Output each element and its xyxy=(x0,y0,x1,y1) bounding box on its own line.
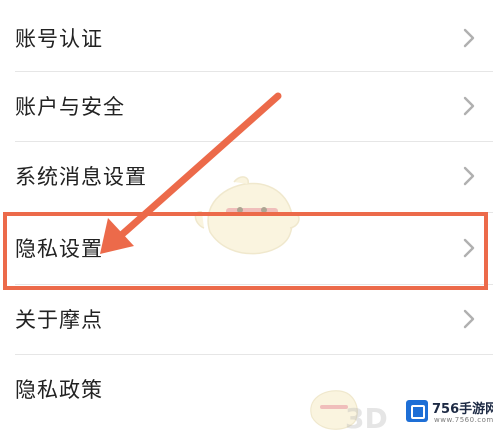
chevron-right-icon xyxy=(463,309,475,329)
chevron-right-icon xyxy=(463,238,475,258)
menu-item-system-message-settings[interactable]: 系统消息设置 xyxy=(0,141,493,211)
site-logo-icon xyxy=(406,400,428,422)
watermark-3d-text: 3D xyxy=(345,402,388,435)
menu-item-account-security[interactable]: 账户与安全 xyxy=(0,71,493,141)
menu-item-label: 关于摩点 xyxy=(15,308,103,332)
menu-item-about-modian[interactable]: 关于摩点 xyxy=(0,284,493,354)
menu-item-account-verification[interactable]: 账号认证 xyxy=(0,3,493,73)
menu-item-label: 隐私设置 xyxy=(15,237,103,261)
chevron-right-icon xyxy=(463,28,475,48)
menu-item-label: 账户与安全 xyxy=(15,95,125,119)
menu-item-privacy-settings[interactable]: 隐私设置 xyxy=(0,213,493,283)
watermark-url: www.7560.com xyxy=(434,416,493,424)
menu-item-label: 系统消息设置 xyxy=(15,165,147,189)
chevron-right-icon xyxy=(463,166,475,186)
watermark-brand: 756手游网 xyxy=(432,402,493,417)
menu-item-label: 隐私政策 xyxy=(15,378,103,402)
menu-item-label: 账号认证 xyxy=(15,27,103,51)
site-watermark: 756手游网 www.7560.com xyxy=(404,394,493,432)
chevron-right-icon xyxy=(463,96,475,116)
